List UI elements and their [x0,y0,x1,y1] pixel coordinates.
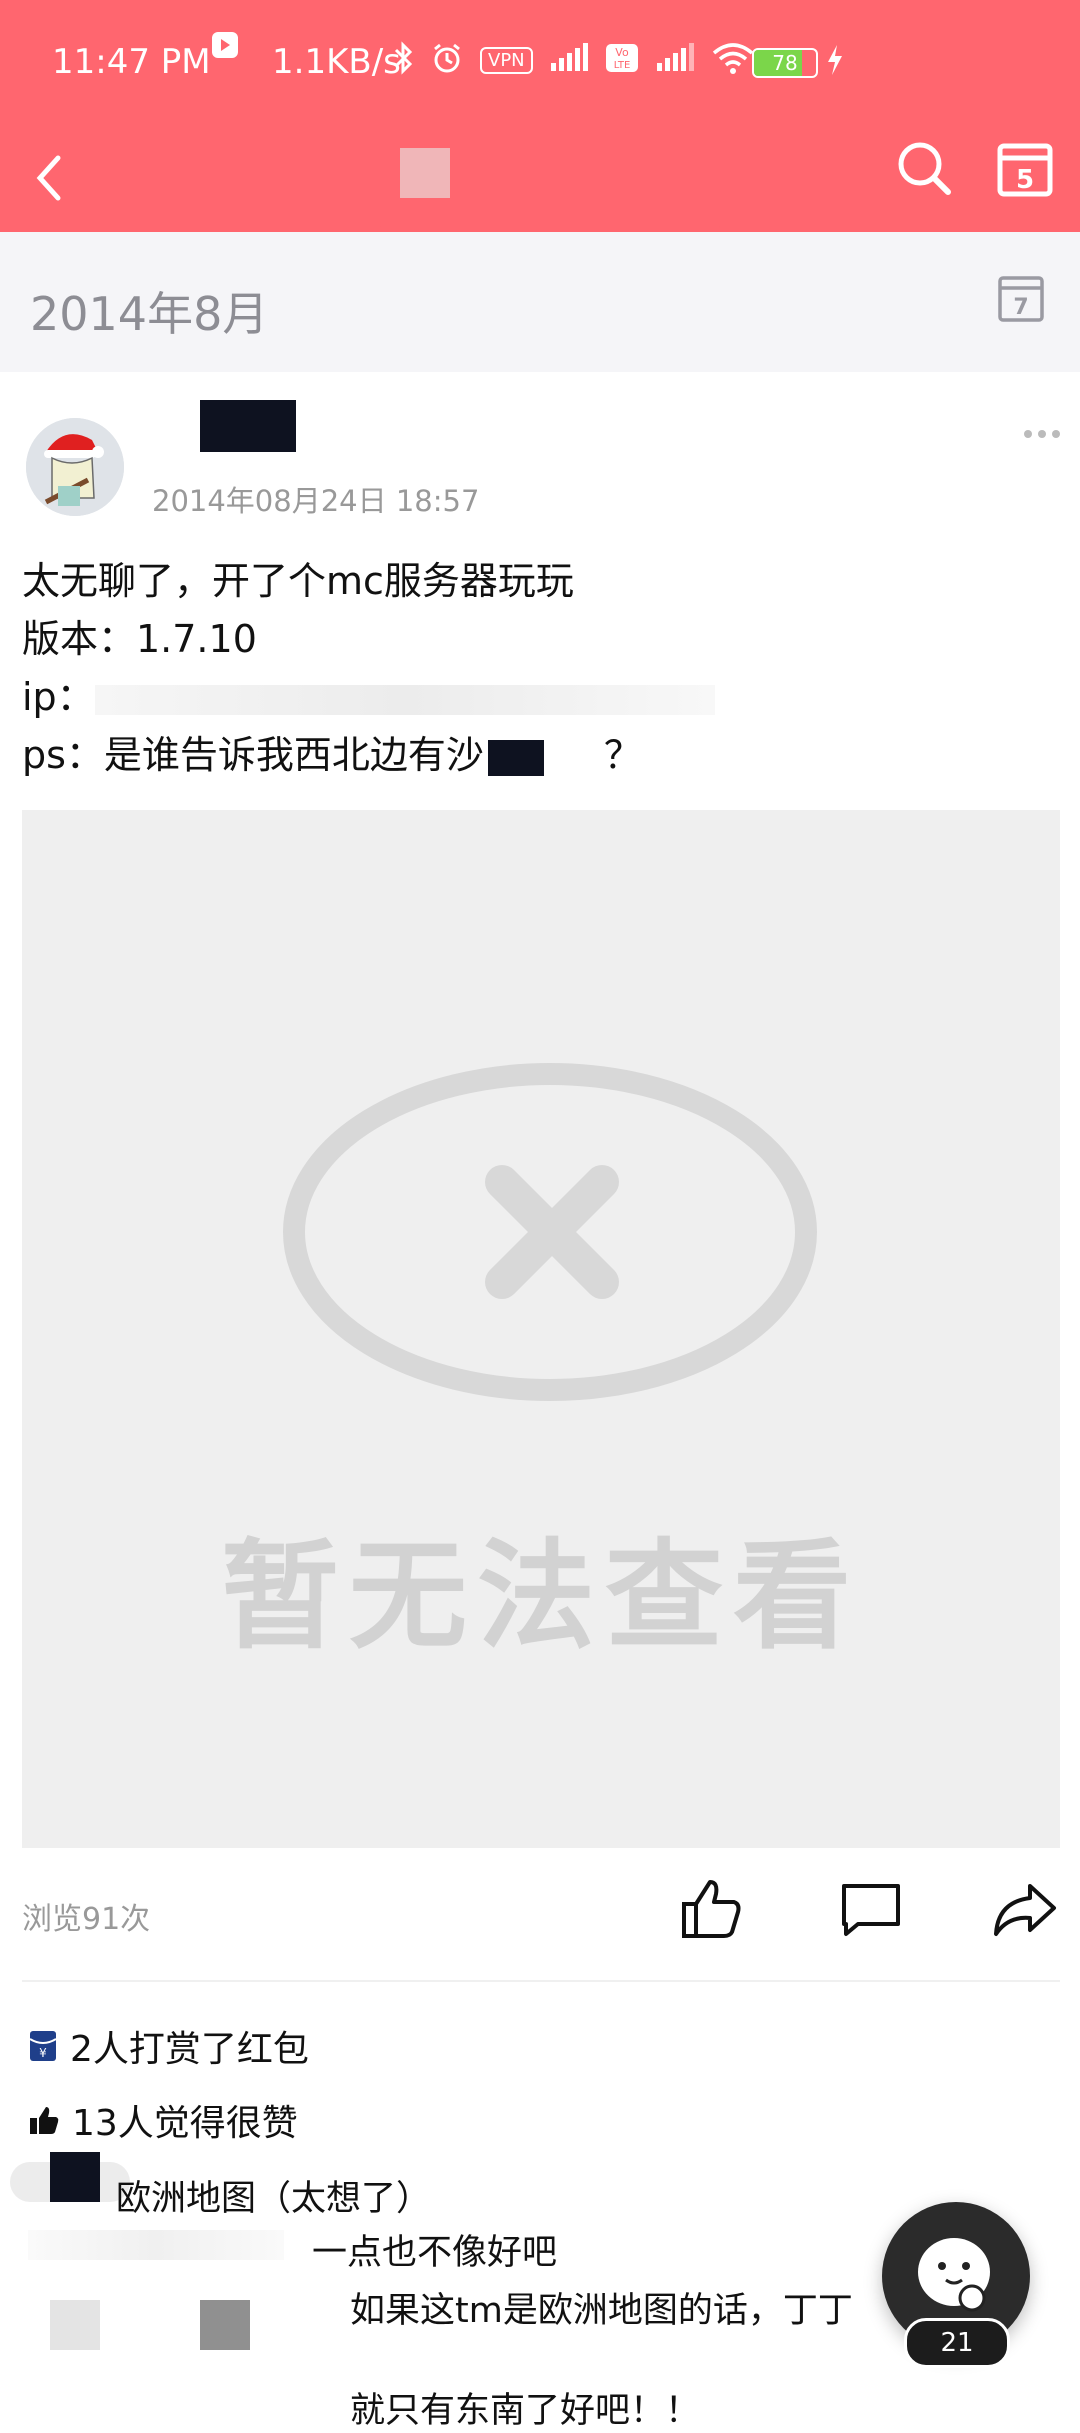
battery-indicator: 78 [752,48,818,78]
alarm-icon [430,41,464,79]
status-bar: 11:47 PM 1.1KB/s VPN Vo LTE 78 [0,0,1080,128]
comment-text: 欧洲地图（太想了） [116,2179,432,2219]
comment-icon [842,1884,900,1936]
hidden-eye-icon [283,1063,817,1401]
rewards-row[interactable]: ¥ 2人打赏了红包 [28,2020,309,2072]
post-line-ip-label: ip： [22,675,95,719]
view-count: 浏览91次 [22,1902,151,1937]
bluetooth-icon [392,40,414,80]
calendar-icon: 5 [997,143,1053,197]
post-line-text: ps：是谁告诉我西北边有沙 [22,733,484,777]
comment-text: 一点也不像好吧 [312,2233,558,2273]
comment-text: 就只有东南了好吧！！ [350,2391,701,2431]
back-button[interactable] [24,140,84,210]
vpn-badge: VPN [480,46,533,74]
comment-thumb-placeholder [50,2300,100,2350]
commenter-name-blur [28,2230,284,2260]
month-label: 2014年8月 [30,287,269,341]
blocked-image[interactable]: 暂无法查看 [22,810,1060,1848]
red-envelope-icon: ¥ [29,2031,57,2061]
thumbs-up-filled-icon [30,2107,59,2134]
status-network-speed: 1.1KB/s [272,42,401,82]
calendar-icon: 7 [998,276,1044,322]
search-button[interactable] [890,134,960,204]
share-arrow-icon [994,1884,1056,1936]
avatar-image [26,418,124,516]
avatar[interactable] [26,418,124,516]
more-dots-icon [1024,430,1060,438]
thumbs-up-icon [682,1880,741,1938]
ip-obscured [94,684,715,715]
wifi-icon [711,41,755,79]
post-card: 2014年08月24日 18:57 太无聊了，开了个mc服务器玩玩 版本：1.7… [0,372,1080,2431]
svg-text:LTE: LTE [613,60,630,71]
comment-button[interactable] [836,1874,906,1944]
back-arrow-icon [36,155,61,201]
post-line-tail: ？ [603,733,642,777]
more-options-button[interactable] [1022,424,1062,444]
like-button[interactable] [676,1874,746,1944]
cell-signal-icon [549,43,589,77]
month-header: 2014年8月 7 [0,232,1080,372]
post-timestamp: 2014年08月24日 18:57 [152,484,480,518]
commenter-name-redacted [50,2152,100,2202]
svg-text:Vo: Vo [615,46,629,59]
blocked-image-text: 暂无法查看 [220,1527,861,1665]
post-line-ip: ip： [22,668,715,726]
cell-signal-2-icon [655,43,695,77]
notification-icon [210,30,240,66]
status-icons [210,30,240,66]
post-line: 版本：1.7.10 [22,617,257,661]
svg-text:¥: ¥ [39,2046,47,2060]
volte-icon: Vo LTE [605,43,639,77]
text-redaction [487,739,544,776]
post-content: 太无聊了，开了个mc服务器玩玩 版本：1.7.10 ip： ps：是谁告诉我西北… [22,552,715,784]
divider [22,1980,1060,1982]
post-line: 太无聊了，开了个mc服务器玩玩 [22,559,574,603]
status-time: 11:47 PM [52,42,211,82]
search-icon [898,142,951,195]
likes-row[interactable]: 13人觉得很赞 [28,2094,298,2146]
comment-text: 如果这tm是欧洲地图的话，丁丁 [350,2291,853,2331]
author-name-redacted[interactable] [200,400,296,452]
post-line: ps：是谁告诉我西北边有沙 ？ [22,726,715,784]
share-button[interactable] [990,1874,1060,1944]
battery-percent: 78 [772,51,798,75]
comment-thumb-placeholder [200,2300,250,2350]
charging-icon [826,44,844,84]
status-indicators: VPN Vo LTE [392,40,755,80]
svg-text:5: 5 [1016,165,1034,195]
month-calendar-button[interactable]: 7 [996,272,1046,324]
likes-text: 13人觉得很赞 [72,2103,298,2144]
nav-title-image [400,148,450,198]
svg-text:7: 7 [1013,295,1028,320]
rewards-text: 2人打赏了红包 [70,2029,309,2070]
fab-count-badge: 21 [904,2318,1010,2368]
calendar-button[interactable]: 5 [990,134,1060,204]
top-navigation: 5 [0,128,1080,232]
